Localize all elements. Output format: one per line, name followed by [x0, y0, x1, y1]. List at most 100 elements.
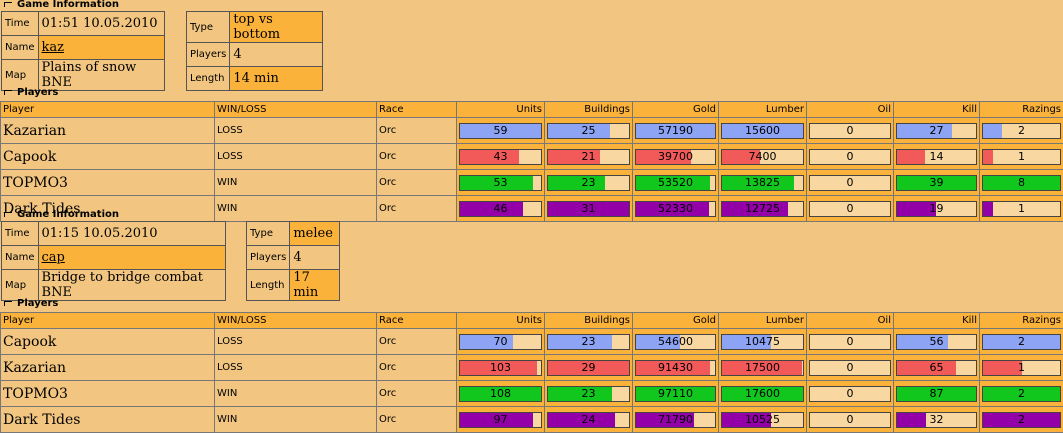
collapse-corner-icon: [4, 90, 12, 95]
stat-value: 97: [460, 413, 541, 427]
stat-bar: 39700: [635, 149, 716, 165]
stat-value: 21: [548, 150, 629, 164]
stat-value: 27: [897, 124, 976, 138]
stat-bar: 56: [896, 334, 977, 350]
stat-cell-lumber: 10475: [719, 329, 807, 355]
stat-cell-razings: 2: [980, 381, 1063, 407]
stat-cell-gold: 91430: [633, 355, 719, 381]
players-table: PlayerWIN/LOSSRaceUnitsBuildingsGoldLumb…: [0, 101, 1063, 222]
stat-bar: 0: [809, 175, 891, 191]
stat-cell-razings: 2: [980, 407, 1063, 433]
race-cell: Orc: [377, 118, 457, 144]
stat-value: 54600: [636, 335, 715, 349]
stat-value: 17500: [722, 361, 803, 375]
player-name: TOPMO3: [1, 381, 215, 407]
column-header-win-loss: WIN/LOSS: [215, 313, 377, 329]
player-name: Kazarian: [1, 355, 215, 381]
stat-cell-gold: 54600: [633, 329, 719, 355]
stat-value: 0: [810, 413, 890, 427]
stat-cell-razings: 1: [980, 144, 1063, 170]
time-value: 01:15 10.05.2010: [38, 222, 225, 246]
host-name-link[interactable]: cap: [42, 250, 65, 265]
stat-cell-units: 43: [457, 144, 545, 170]
stat-value: 17600: [722, 387, 803, 401]
stat-bar: 23: [547, 386, 630, 402]
stat-cell-units: 59: [457, 118, 545, 144]
length-value: 17 min: [290, 270, 340, 301]
stat-bar: 52330: [635, 201, 716, 217]
time-label: Time: [2, 12, 39, 36]
players-value: 4: [230, 43, 323, 67]
name-label: Name: [2, 246, 39, 270]
stat-bar: 46: [459, 201, 542, 217]
stat-value: 1: [983, 150, 1060, 164]
player-row: CapookLOSSOrc43213970074000141: [1, 144, 1063, 170]
stat-cell-buildings: 23: [545, 170, 633, 196]
stat-value: 97110: [636, 387, 715, 401]
type-value: top vs bottom: [230, 12, 323, 43]
stat-value: 2: [983, 124, 1060, 138]
host-name-link[interactable]: kaz: [42, 40, 64, 55]
column-header-oil: Oil: [807, 313, 894, 329]
stat-value: 19: [897, 202, 976, 216]
stat-value: 13825: [722, 176, 803, 190]
stat-cell-gold: 71790: [633, 407, 719, 433]
stat-cell-oil: 0: [807, 381, 894, 407]
stat-cell-kill: 14: [894, 144, 980, 170]
stat-bar: 71790: [635, 412, 716, 428]
stat-value: 52330: [636, 202, 715, 216]
stat-cell-razings: 8: [980, 170, 1063, 196]
race-cell: Orc: [377, 170, 457, 196]
stat-cell-oil: 0: [807, 329, 894, 355]
name-value: kaz: [38, 36, 164, 60]
race-cell: Orc: [377, 381, 457, 407]
type-value: melee: [290, 222, 340, 246]
result-cell: WIN: [215, 196, 377, 222]
player-name: TOPMO3: [1, 170, 215, 196]
stat-value: 43: [460, 150, 541, 164]
stat-cell-units: 53: [457, 170, 545, 196]
stat-value: 65: [897, 361, 976, 375]
name-value: cap: [38, 246, 225, 270]
stat-bar: 54600: [635, 334, 716, 350]
player-name: Dark Tides: [1, 407, 215, 433]
column-header-buildings: Buildings: [545, 313, 633, 329]
stat-bar: 0: [809, 123, 891, 139]
stat-bar: 97: [459, 412, 542, 428]
result-cell: LOSS: [215, 329, 377, 355]
players-heading: Players: [4, 299, 58, 310]
player-row: KazarianLOSSOrc592557190156000272: [1, 118, 1063, 144]
stat-cell-kill: 56: [894, 329, 980, 355]
stat-value: 1: [983, 202, 1060, 216]
length-value: 14 min: [230, 67, 323, 91]
stat-value: 53520: [636, 176, 715, 190]
column-header-player: Player: [1, 313, 215, 329]
stat-value: 0: [810, 361, 890, 375]
stat-value: 56: [897, 335, 976, 349]
stat-value: 23: [548, 335, 629, 349]
stat-cell-gold: 53520: [633, 170, 719, 196]
stat-value: 10475: [722, 335, 803, 349]
column-header-lumber: Lumber: [719, 102, 807, 118]
column-header-gold: Gold: [633, 102, 719, 118]
column-header-units: Units: [457, 313, 545, 329]
stat-bar: 24: [547, 412, 630, 428]
players-heading: Players: [4, 88, 58, 99]
column-header-race: Race: [377, 313, 457, 329]
stat-cell-lumber: 13825: [719, 170, 807, 196]
stat-value: 39700: [636, 150, 715, 164]
stat-bar: 103: [459, 360, 542, 376]
stat-value: 0: [810, 335, 890, 349]
stat-cell-razings: 2: [980, 118, 1063, 144]
stat-cell-lumber: 10525: [719, 407, 807, 433]
stat-cell-kill: 19: [894, 196, 980, 222]
stat-value: 0: [810, 387, 890, 401]
collapse-corner-icon: [4, 2, 12, 7]
stat-cell-units: 46: [457, 196, 545, 222]
stat-cell-kill: 65: [894, 355, 980, 381]
stat-bar: 0: [809, 412, 891, 428]
race-cell: Orc: [377, 355, 457, 381]
stat-bar: 1: [982, 360, 1061, 376]
map-value: Plains of snow BNE: [38, 60, 164, 91]
stat-value: 70: [460, 335, 541, 349]
